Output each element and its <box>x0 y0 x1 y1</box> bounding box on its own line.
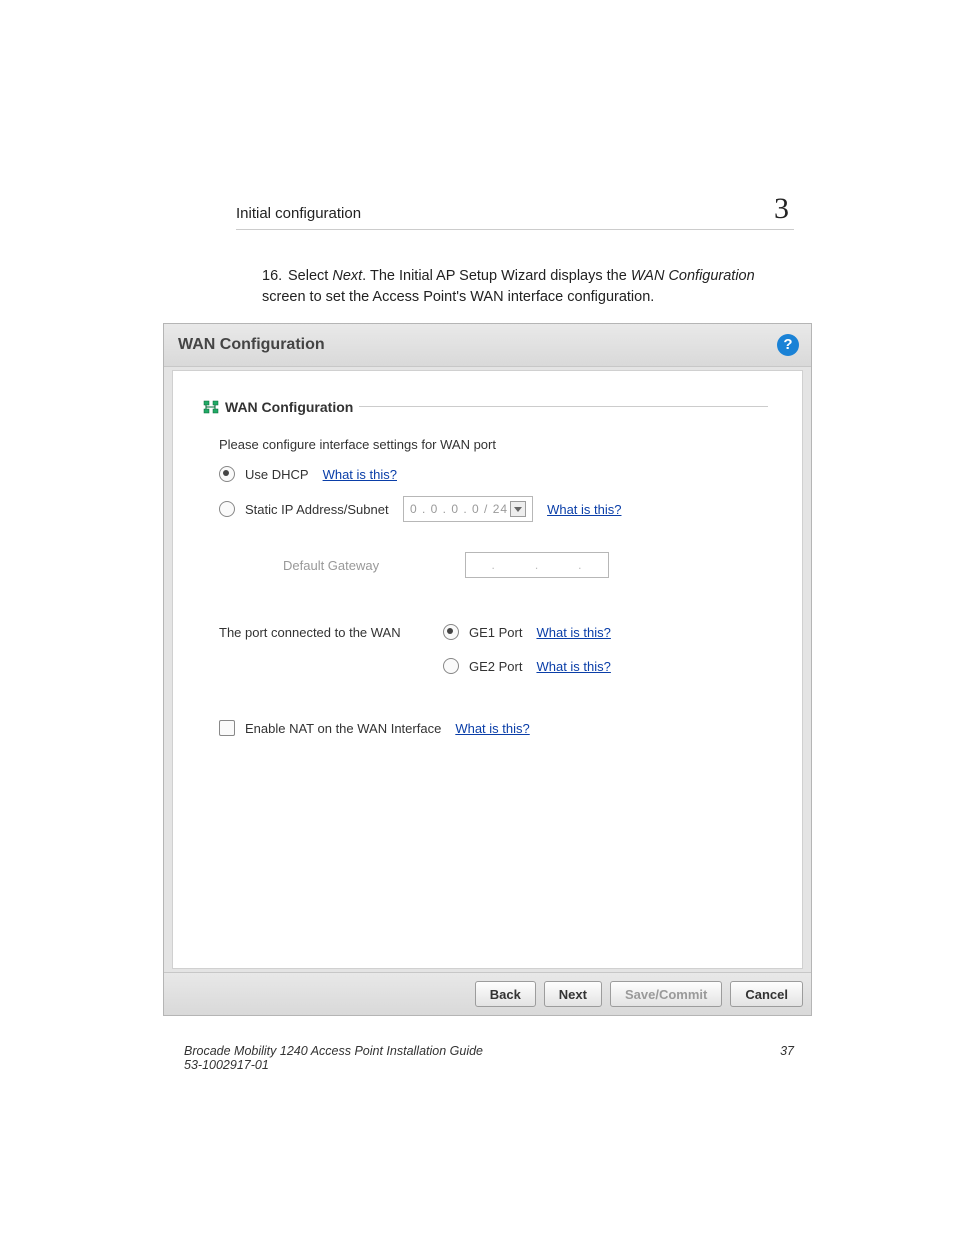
static-row: Static IP Address/Subnet 0 . 0 . 0 . 0 /… <box>219 496 776 522</box>
nat-help-link[interactable]: What is this? <box>455 721 529 736</box>
dhcp-help-link[interactable]: What is this? <box>323 467 397 482</box>
ge2-option: GE2 Port What is this? <box>443 658 611 674</box>
ge2-radio[interactable] <box>443 658 459 674</box>
save-commit-button[interactable]: Save/Commit <box>610 981 722 1007</box>
footer-title: Brocade Mobility 1240 Access Point Insta… <box>184 1044 794 1058</box>
static-ip-value: 0 . 0 . 0 . 0 / 24 <box>410 497 508 521</box>
static-label: Static IP Address/Subnet <box>245 502 395 517</box>
window-title: WAN Configuration <box>178 336 325 353</box>
wan-config-window: WAN Configuration ? WAN Configuration <box>163 323 812 1016</box>
step-wan-conf: WAN Configuration <box>631 268 755 284</box>
help-icon[interactable]: ? <box>777 334 799 356</box>
back-button[interactable]: Back <box>475 981 536 1007</box>
next-button[interactable]: Next <box>544 981 602 1007</box>
config-panel: WAN Configuration Please configure inter… <box>172 370 803 969</box>
step-next-word: Next <box>332 268 362 284</box>
nat-label: Enable NAT on the WAN Interface <box>245 721 441 736</box>
header-rule <box>236 229 794 230</box>
group-title: WAN Configuration <box>225 399 353 415</box>
ge2-help-link[interactable]: What is this? <box>536 659 610 674</box>
step-text-post-next: . The Initial AP Setup Wizard displays t… <box>362 268 631 284</box>
step-text-tail: screen to set the Access Point's WAN int… <box>262 289 654 305</box>
window-title-bar: WAN Configuration ? <box>164 324 811 367</box>
button-bar: Back Next Save/Commit Cancel <box>164 972 811 1015</box>
ge2-label: GE2 Port <box>469 659 522 674</box>
form-area: Please configure interface settings for … <box>219 437 776 736</box>
group-heading: WAN Configuration <box>203 399 772 417</box>
static-radio[interactable] <box>219 501 235 517</box>
gw-dot: . <box>578 553 582 577</box>
dhcp-label: Use DHCP <box>245 467 309 482</box>
nat-checkbox[interactable] <box>219 720 235 736</box>
port-row: The port connected to the WAN GE1 Port W… <box>219 624 776 640</box>
gw-dot: . <box>535 553 539 577</box>
gateway-row: Default Gateway . . . <box>219 552 776 578</box>
page-header-section: Initial configuration <box>236 205 794 222</box>
nat-row: Enable NAT on the WAN Interface What is … <box>219 720 776 736</box>
chapter-number: 3 <box>774 192 789 226</box>
gateway-input[interactable]: . . . <box>465 552 609 578</box>
gateway-label: Default Gateway <box>245 558 457 573</box>
form-prompt: Please configure interface settings for … <box>219 437 776 452</box>
step-number: 16. <box>262 266 288 287</box>
cidr-dropdown-icon[interactable] <box>510 501 526 517</box>
static-help-link[interactable]: What is this? <box>547 502 621 517</box>
dhcp-radio[interactable] <box>219 466 235 482</box>
dhcp-row: Use DHCP What is this? <box>219 466 776 482</box>
port-label: The port connected to the WAN <box>219 625 419 640</box>
ge1-radio[interactable] <box>443 624 459 640</box>
group-rule <box>359 406 768 407</box>
ge1-option: GE1 Port What is this? <box>443 624 611 640</box>
ge1-help-link[interactable]: What is this? <box>536 625 610 640</box>
footer-docnum: 53-1002917-01 <box>184 1058 794 1072</box>
network-icon <box>203 400 219 417</box>
gw-dot: . <box>491 553 495 577</box>
page-footer: Brocade Mobility 1240 Access Point Insta… <box>184 1044 794 1072</box>
static-ip-input[interactable]: 0 . 0 . 0 . 0 / 24 <box>403 496 533 522</box>
step-text-pre: Select <box>288 268 332 284</box>
ge2-row: GE2 Port What is this? <box>219 658 776 674</box>
step-16: 16.Select Next. The Initial AP Setup Wiz… <box>262 266 794 308</box>
page-number: 37 <box>780 1044 794 1058</box>
cancel-button[interactable]: Cancel <box>730 981 803 1007</box>
ge1-label: GE1 Port <box>469 625 522 640</box>
